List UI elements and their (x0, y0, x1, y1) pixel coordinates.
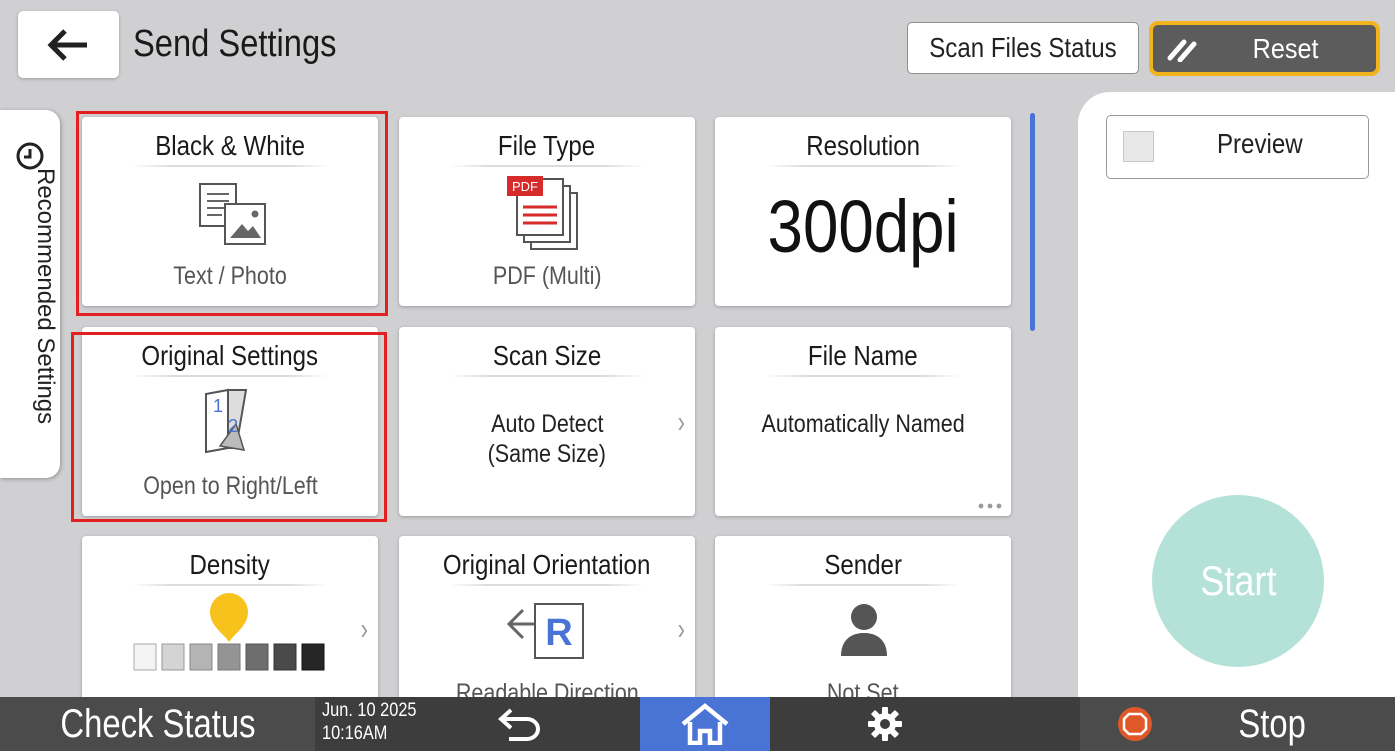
tile-value-line2: (Same Size) (487, 440, 607, 468)
tile-title: Resolution (806, 130, 920, 161)
density-scale-icon (133, 593, 325, 671)
tile-resolution[interactable]: Resolution 300dpi (715, 117, 1011, 306)
tile-value: 300dpi (767, 185, 959, 268)
check-status-button[interactable]: Check Status (0, 697, 315, 751)
tile-title: Density (189, 549, 271, 580)
divider (765, 165, 961, 167)
check-status-label: Check Status (59, 701, 256, 746)
svg-text:R: R (545, 612, 572, 654)
divider (765, 584, 961, 586)
scan-files-status-label: Scan Files Status (929, 32, 1117, 63)
time-text: 10:16AM (322, 723, 388, 744)
tile-title: Scan Size (492, 340, 602, 371)
date-text: Jun. 10 2025 (322, 700, 417, 721)
settings-button[interactable] (835, 697, 935, 751)
highlight-frame (76, 111, 388, 316)
return-button[interactable] (470, 697, 570, 751)
back-button[interactable] (18, 11, 119, 78)
divider (765, 375, 961, 377)
readable-direction-icon: R (506, 603, 584, 659)
tile-title: Sender (824, 549, 902, 580)
chevron-right-icon: › (677, 610, 685, 646)
tile-value: Automatically Named (761, 410, 965, 438)
home-button[interactable] (640, 697, 770, 751)
person-icon (841, 604, 887, 656)
preview-checkbox[interactable] (1123, 131, 1154, 162)
datetime-display: Jun. 10 2025 10:16AM (322, 699, 432, 745)
divider (449, 584, 645, 586)
return-arrow-icon (498, 708, 540, 741)
pdf-badge: PDF (512, 179, 538, 194)
divider (132, 584, 328, 586)
pdf-multi-icon: PDF (507, 176, 578, 250)
scrollbar[interactable] (1030, 113, 1035, 331)
scan-files-status-button[interactable]: Scan Files Status (907, 22, 1139, 74)
more-icon (978, 503, 1002, 509)
tile-value-line1: Auto Detect (490, 410, 604, 438)
tile-title: File Name (808, 340, 918, 371)
stop-icon (1080, 704, 1190, 744)
tile-title: Original Orientation (443, 549, 651, 580)
recommended-settings-tab[interactable]: Recommended Settings (0, 110, 60, 478)
tile-scan-size[interactable]: Scan Size Auto Detect (Same Size) › (399, 327, 695, 516)
tile-title: File Type (498, 130, 596, 161)
stop-button[interactable]: Stop (1080, 697, 1395, 751)
chevron-right-icon: › (360, 610, 368, 646)
reset-label: Reset (1252, 32, 1319, 64)
divider (449, 375, 645, 377)
gear-icon (868, 707, 902, 741)
home-icon (681, 703, 729, 745)
tile-file-type[interactable]: File Type PDF PDF (Multi) (399, 117, 695, 306)
stop-label: Stop (1238, 701, 1307, 746)
preview-label: Preview (1217, 128, 1303, 159)
page-title: Send Settings (133, 23, 337, 65)
chevron-right-icon: › (677, 403, 685, 439)
reset-button[interactable]: Reset (1149, 21, 1380, 76)
reset-icon (1153, 36, 1213, 62)
tile-value: PDF (Multi) (492, 262, 602, 290)
highlight-frame (71, 332, 387, 522)
tile-file-name[interactable]: File Name Automatically Named (715, 327, 1011, 516)
recommended-settings-label: Recommended Settings (32, 168, 59, 425)
divider (449, 165, 645, 167)
start-label: Start (1199, 557, 1277, 604)
start-button[interactable]: Start (1152, 495, 1324, 667)
back-arrow-icon (46, 28, 87, 61)
